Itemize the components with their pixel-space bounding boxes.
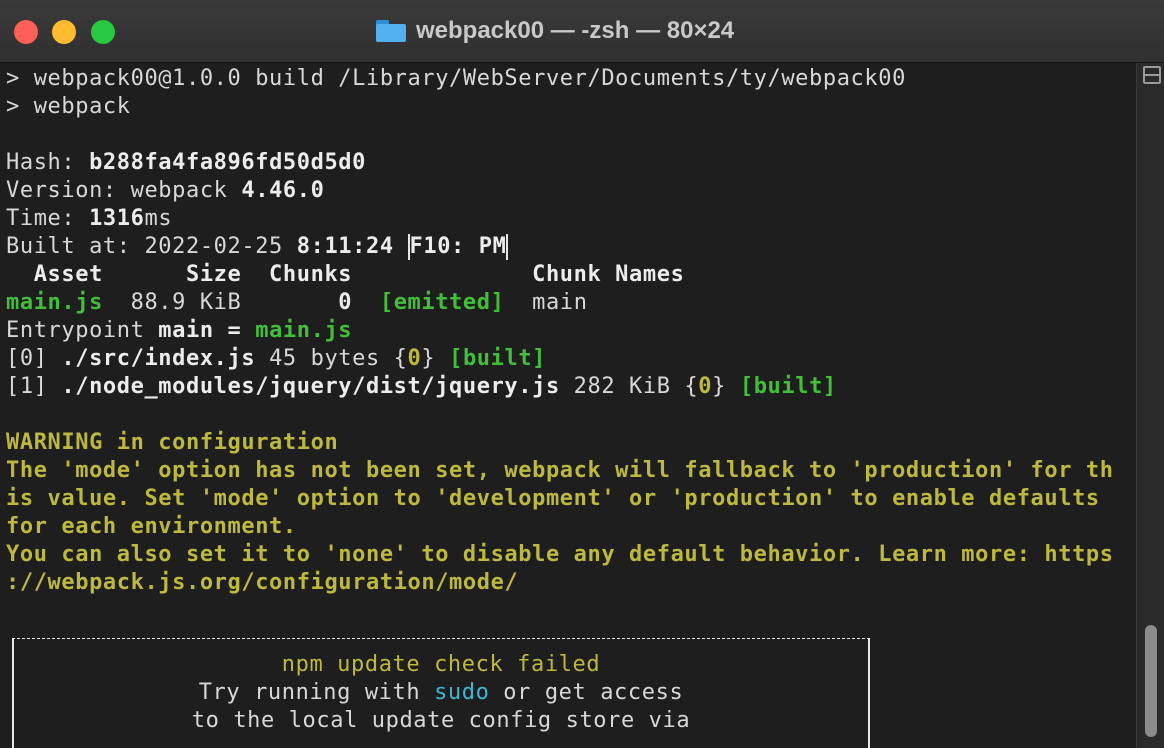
npm-update-box: npm update check failed Try running with… — [12, 638, 870, 748]
hash-line: Hash: b288fa4fa896fd50d5d0 — [6, 150, 366, 175]
module-line: [0] ./src/index.js 45 bytes {0} [built] — [6, 346, 547, 371]
warning-line: for each environment. — [6, 514, 297, 539]
npm-box-line: to the local update config store via — [191, 708, 691, 733]
warning-line: WARNING in configuration — [6, 430, 339, 455]
window-title-text: webpack00 — -zsh — 80×24 — [416, 17, 735, 44]
window-title: webpack00 — -zsh — 80×24 — [376, 17, 734, 45]
terminal-window: webpack00 — -zsh — 80×24 > webpack00@1.0… — [0, 0, 1164, 748]
asset-table-header: Asset Size Chunks Chunk Names — [6, 262, 685, 287]
scrollbar-thumb[interactable] — [1145, 625, 1157, 737]
module-line: [1] ./node_modules/jquery/dist/jquery.js… — [6, 374, 837, 399]
cursor-mark — [506, 234, 509, 260]
close-button[interactable] — [14, 20, 38, 44]
time-line: Time: 1316ms — [6, 206, 173, 231]
entrypoint-line: Entrypoint main = main.js — [6, 318, 353, 343]
warning-line: You can also set it to 'none' to disable… — [6, 542, 1114, 567]
terminal-output[interactable]: > webpack00@1.0.0 build /Library/WebServ… — [0, 63, 1136, 748]
warning-line: The 'mode' option has not been set, webp… — [6, 458, 1114, 483]
maximize-button[interactable] — [91, 20, 115, 44]
output-line: > webpack00@1.0.0 build /Library/WebServ… — [6, 66, 906, 91]
warning-line: is value. Set 'mode' option to 'developm… — [6, 486, 1100, 511]
folder-icon — [376, 20, 406, 42]
scrollbar-toggle-icon[interactable] — [1143, 66, 1161, 84]
vertical-scrollbar[interactable] — [1136, 63, 1164, 748]
minimize-button[interactable] — [52, 20, 76, 44]
npm-box-line: Try running with sudo or get access — [198, 680, 684, 705]
version-line: Version: webpack 4.46.0 — [6, 178, 325, 203]
warning-line: ://webpack.js.org/configuration/mode/ — [6, 570, 519, 595]
title-bar: webpack00 — -zsh — 80×24 — [0, 0, 1164, 63]
npm-box-line: npm update check failed — [281, 652, 601, 677]
built-at-line: Built at: 2022-02-25 8:11:24 F10: PM — [6, 234, 509, 260]
asset-row: main.js 88.9 KiB 0 [emitted] main — [6, 290, 588, 315]
output-line: > webpack — [6, 94, 131, 119]
